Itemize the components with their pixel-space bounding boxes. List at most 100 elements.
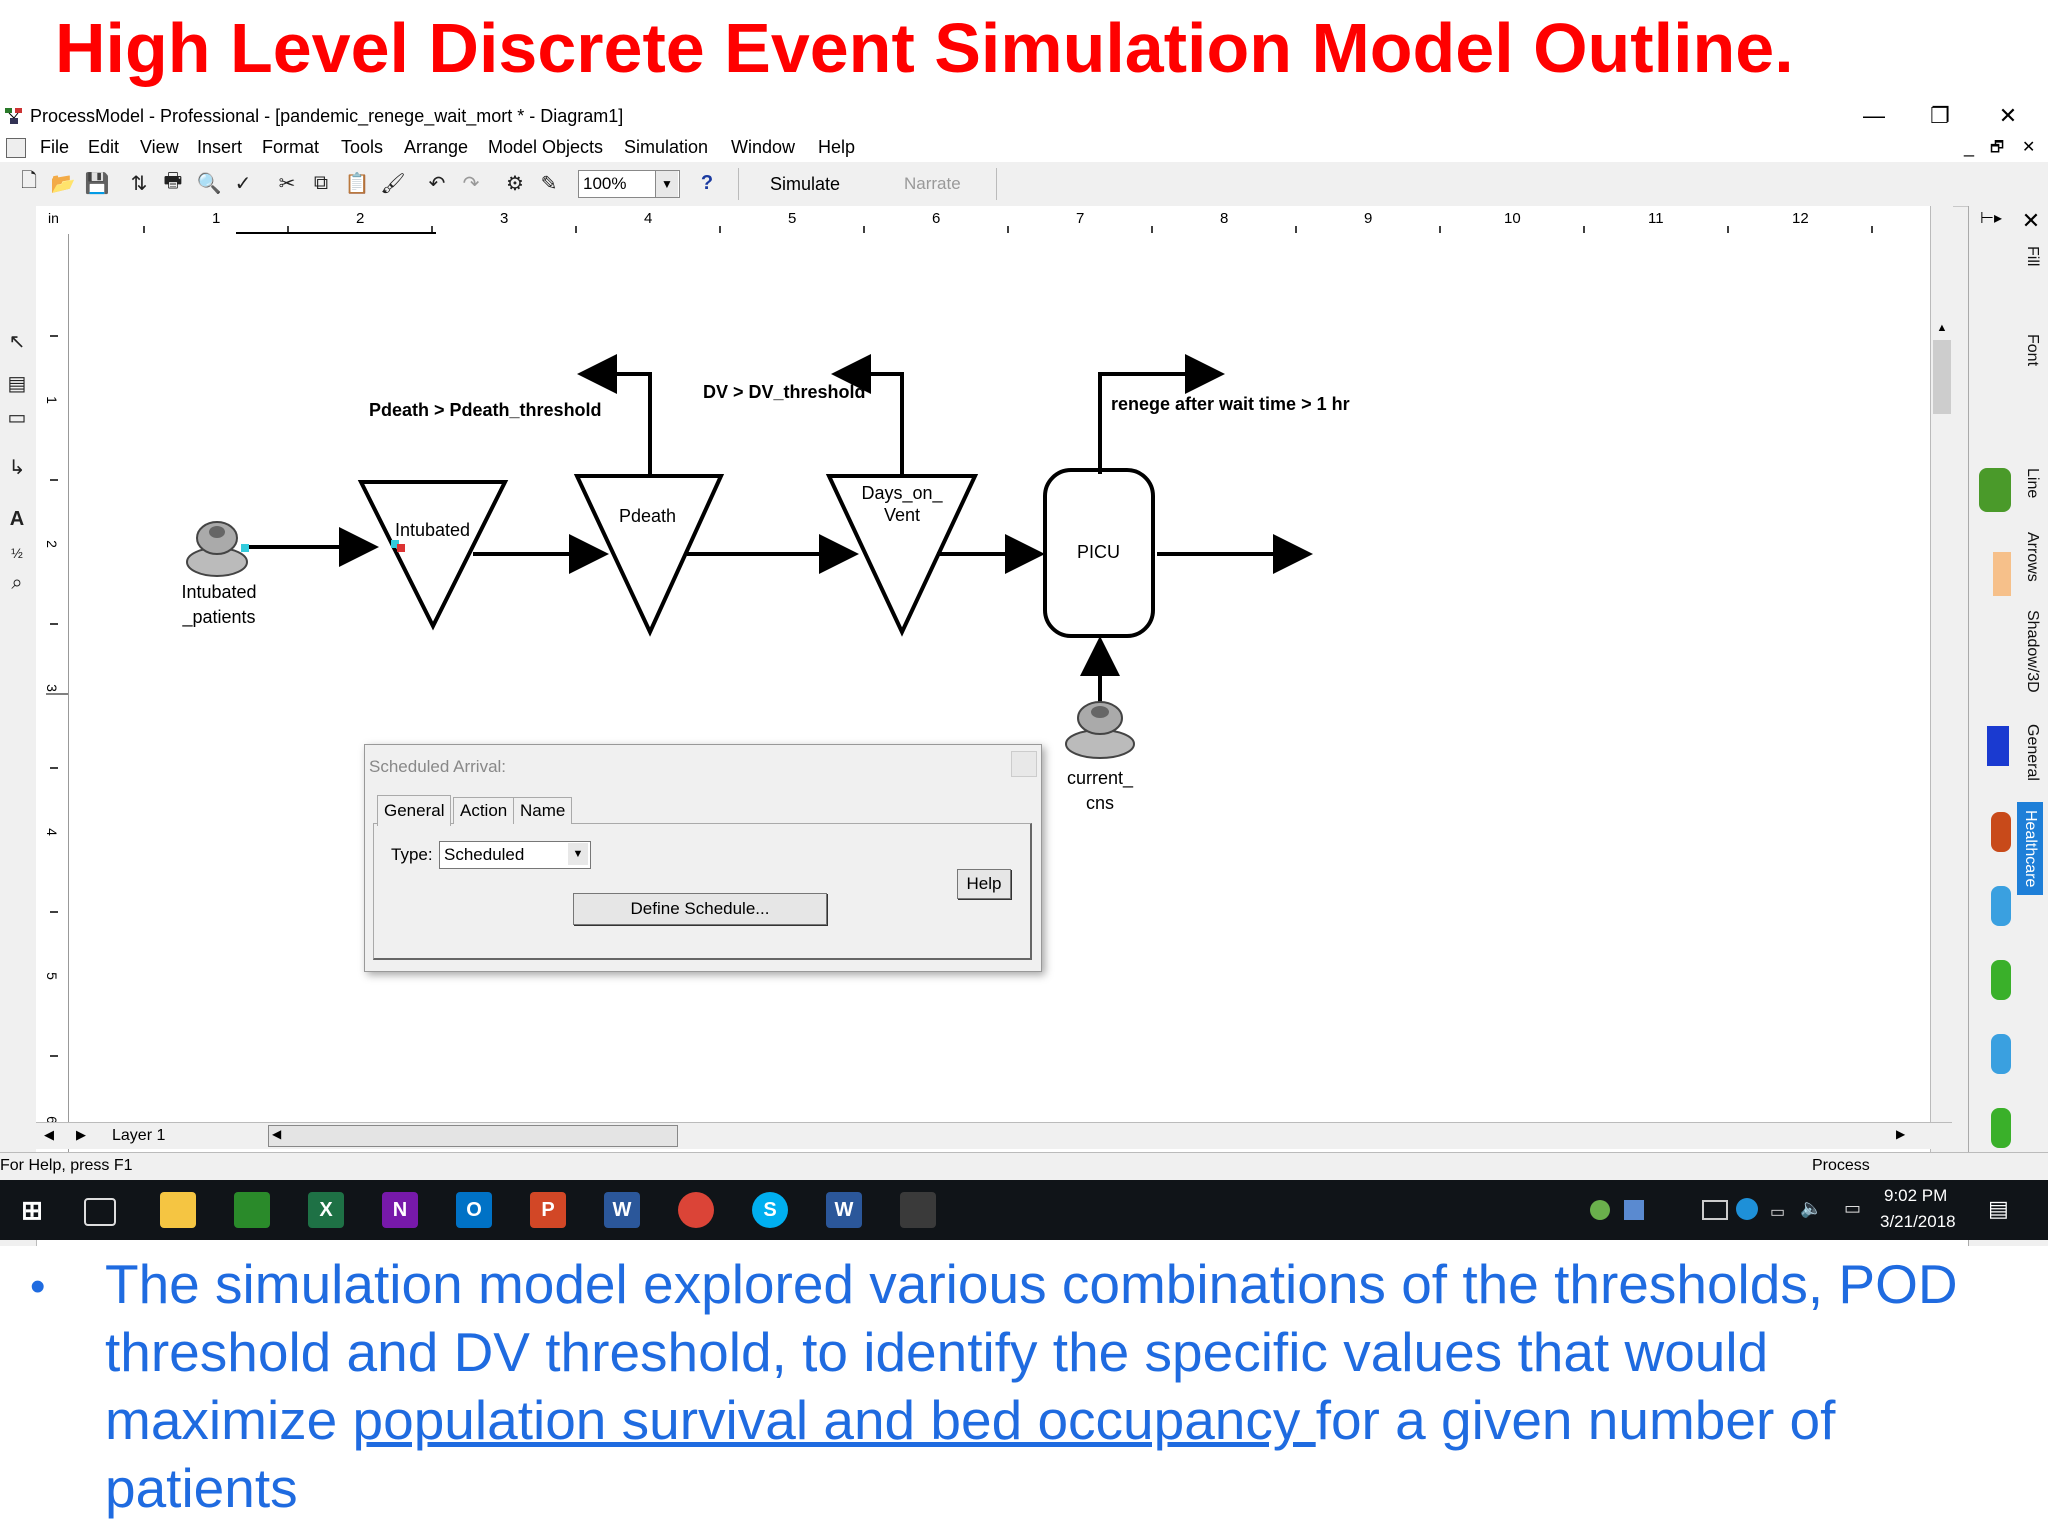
connector-line-icon[interactable]: ↳ <box>4 454 30 480</box>
volume-icon[interactable]: 🔈 <box>1800 1198 1822 1219</box>
pointer-icon[interactable]: ↖ <box>4 328 30 354</box>
person-icon[interactable] <box>1991 886 2011 926</box>
panel-close-icon[interactable]: ✕ <box>2017 208 2045 236</box>
mdi-restore-button[interactable]: 🗗 <box>1990 137 2004 162</box>
print-icon[interactable]: 🖶 <box>160 170 186 196</box>
undo-icon[interactable]: ↶ <box>424 170 450 196</box>
scroll-thumb[interactable] <box>1933 340 1951 414</box>
connector-icon[interactable]: ⚙ <box>502 170 528 196</box>
color-swatch[interactable] <box>1993 552 2011 596</box>
tab-name[interactable]: Name <box>513 797 573 824</box>
outlook-icon[interactable]: O <box>456 1192 492 1228</box>
layer-prev-icon[interactable]: ◀ <box>44 1127 54 1143</box>
menu-tools[interactable]: Tools <box>341 137 383 158</box>
tray-icon[interactable] <box>1736 1198 1758 1220</box>
mdi-close-button[interactable]: ✕ <box>2022 137 2035 157</box>
cut-icon[interactable]: ✂ <box>274 170 300 196</box>
network-icon[interactable] <box>1702 1200 1728 1220</box>
scroll-right-icon[interactable]: ▶ <box>1896 1127 1905 1141</box>
flow-app-icon[interactable] <box>234 1192 270 1228</box>
new-icon[interactable]: 🗋 <box>16 170 42 196</box>
person-icon[interactable] <box>1991 1034 2011 1074</box>
sequence-icon[interactable]: ½ <box>4 540 30 566</box>
notification-icon[interactable]: ▤ <box>1988 1196 2009 1222</box>
menu-insert[interactable]: Insert <box>197 137 242 158</box>
chevron-down-icon[interactable]: ▼ <box>655 171 678 197</box>
file-explorer-icon[interactable] <box>160 1192 196 1228</box>
menu-arrange[interactable]: Arrange <box>404 137 468 158</box>
pencil-icon[interactable]: ✎ <box>536 170 562 196</box>
rectangle-icon[interactable]: ▭ <box>4 404 30 430</box>
menu-model-objects[interactable]: Model Objects <box>488 137 603 158</box>
diagram-canvas[interactable]: Intubated _patients Intubated Pdeath Day… <box>68 234 1931 1224</box>
zoom-icon[interactable]: ⌕ <box>4 570 30 596</box>
text-tool-icon[interactable]: A <box>4 506 30 532</box>
tab-action[interactable]: Action <box>453 797 515 824</box>
person-icon[interactable] <box>1991 812 2011 852</box>
display-icon[interactable]: ▭ <box>1844 1198 1861 1219</box>
menu-window[interactable]: Window <box>731 137 795 158</box>
patient-arrival-icon[interactable] <box>1065 701 1135 759</box>
person-icon[interactable] <box>1991 960 2011 1000</box>
selection-handle[interactable] <box>241 544 249 552</box>
chrome-icon[interactable] <box>678 1192 714 1228</box>
vertical-scrollbar[interactable]: ▲ ▼ <box>1930 206 1953 1224</box>
document-icon[interactable] <box>6 138 26 158</box>
menu-file[interactable]: File <box>40 137 69 158</box>
save-icon[interactable]: 💾 <box>84 170 110 196</box>
skype-icon[interactable]: S <box>752 1192 788 1228</box>
menu-help[interactable]: Help <box>818 137 855 158</box>
horizontal-scrollbar[interactable] <box>268 1125 678 1147</box>
paste-icon[interactable]: 📋 <box>344 170 370 196</box>
restore-button[interactable]: ❐ <box>1912 100 1968 132</box>
type-select[interactable]: Scheduled ▼ <box>439 841 591 869</box>
layer-next-icon[interactable]: ▶ <box>76 1127 86 1143</box>
powerpoint-icon[interactable]: P <box>530 1192 566 1228</box>
tab-healthcare[interactable]: Healthcare <box>2017 802 2043 896</box>
narrate-button[interactable]: Narrate <box>904 174 961 194</box>
route-arrow[interactable] <box>1098 354 1225 474</box>
book-icon[interactable] <box>1987 726 2009 766</box>
tab-general[interactable]: General <box>2023 724 2041 781</box>
tray-icon[interactable] <box>1624 1200 1644 1220</box>
task-view-icon[interactable] <box>84 1198 116 1226</box>
word-icon[interactable]: W <box>604 1192 640 1228</box>
battery-icon[interactable]: ▭ <box>1770 1202 1785 1222</box>
copy-icon[interactable]: ⧉ <box>308 170 334 196</box>
define-schedule-button[interactable]: Define Schedule... <box>573 893 827 925</box>
menu-simulation[interactable]: Simulation <box>624 137 708 158</box>
format-painter-icon[interactable]: 🖌 <box>380 170 406 196</box>
tray-icon[interactable] <box>1590 1200 1610 1220</box>
tab-fill[interactable]: Fill <box>2023 246 2041 266</box>
tab-general[interactable]: General <box>377 795 452 826</box>
onenote-icon[interactable]: N <box>382 1192 418 1228</box>
minimize-button[interactable]: — <box>1846 100 1902 132</box>
simulate-button[interactable]: Simulate <box>770 174 840 195</box>
person-icon[interactable] <box>1991 1108 2011 1148</box>
redo-icon[interactable]: ↷ <box>458 170 484 196</box>
menu-format[interactable]: Format <box>262 137 319 158</box>
clock-date[interactable]: 3/21/2018 <box>1880 1212 1956 1232</box>
scroll-left-icon[interactable]: ◀ <box>272 1127 281 1141</box>
chevron-down-icon[interactable]: ▼ <box>568 843 588 865</box>
tab-font[interactable]: Font <box>2023 334 2041 366</box>
print-preview-icon[interactable]: 🔍 <box>196 170 222 196</box>
clock-time[interactable]: 9:02 PM <box>1884 1186 1947 1206</box>
dialog-close-button[interactable] <box>1011 751 1037 777</box>
close-button[interactable]: ✕ <box>1980 100 2036 132</box>
tab-shadow-3d[interactable]: Shadow/3D <box>2023 610 2041 693</box>
spell-check-icon[interactable]: ✓ <box>230 170 256 196</box>
patient-arrival-icon[interactable] <box>186 521 248 577</box>
panel-arrow-icon[interactable]: ⊢▸ <box>1971 208 2011 236</box>
mdi-minimize-button[interactable]: _ <box>1964 137 1974 158</box>
windows-start-icon[interactable]: ⊞ <box>14 1192 50 1228</box>
layer-tab[interactable]: Layer 1 <box>112 1127 165 1145</box>
zoom-select[interactable]: 100% ▼ <box>578 170 680 198</box>
processmodel-icon[interactable] <box>900 1192 936 1228</box>
help-icon[interactable]: ? <box>694 170 720 196</box>
tab-arrows[interactable]: Arrows <box>2023 532 2041 582</box>
text-box-icon[interactable]: ▤ <box>4 370 30 396</box>
menu-view[interactable]: View <box>140 137 179 158</box>
excel-icon[interactable]: X <box>308 1192 344 1228</box>
help-button[interactable]: Help <box>957 869 1011 899</box>
